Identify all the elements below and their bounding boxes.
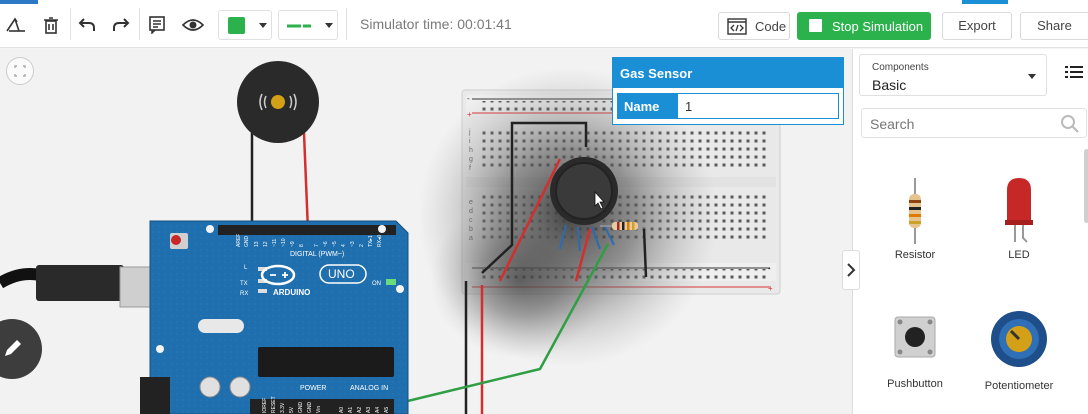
component-label: LED	[1008, 249, 1030, 261]
trash-icon[interactable]	[38, 12, 64, 38]
stop-simulation-button[interactable]: Stop Simulation	[797, 12, 931, 40]
component-search[interactable]: Search	[861, 108, 1087, 138]
resistor-icon	[909, 178, 921, 244]
chevron-down-icon	[1028, 74, 1036, 79]
power-pin-label: 3.3V	[280, 402, 286, 413]
components-dropdown-value: Basic	[872, 77, 907, 93]
digital-pin-label: TX▸1	[368, 235, 374, 247]
simulator-time: Simulator time: 00:01:41	[360, 16, 512, 32]
rail-plus-bottom: +	[768, 284, 773, 293]
name-label: Name	[617, 93, 677, 119]
uno-label: UNO	[328, 267, 355, 281]
toolbar: Simulator time: 00:01:41 Code Stop Simul…	[0, 0, 1088, 48]
component-resistor[interactable]: Resistor	[865, 176, 965, 261]
list-view-icon[interactable]	[1065, 65, 1083, 84]
digital-pin-label: ~6	[323, 241, 329, 247]
top-strip	[0, 0, 1088, 5]
digital-pin-label: 8	[299, 244, 305, 247]
properties-panel: Gas Sensor Name 1	[612, 57, 844, 125]
component-label: Potentiometer	[984, 380, 1054, 392]
digital-label: DIGITAL (PWM~)	[290, 251, 344, 258]
analog-pin-label: A2	[357, 407, 363, 413]
power-pin-label: IOREF	[262, 398, 268, 413]
sidebar-toggle[interactable]	[842, 250, 860, 290]
rotate-icon[interactable]	[3, 12, 29, 38]
chevron-right-icon	[847, 263, 856, 277]
code-icon	[727, 18, 747, 35]
aref-label: AREF	[236, 234, 242, 247]
digital-pin-label: 13	[254, 241, 260, 247]
piezo-buzzer[interactable]	[237, 61, 319, 143]
digital-pin-label: ~5	[332, 241, 338, 247]
top-strip-accent	[0, 0, 38, 4]
arduino-brand-text: ARDUINO	[273, 288, 310, 297]
gnd-label: GND	[244, 236, 250, 248]
component-label: Pushbutton	[887, 378, 943, 390]
color-swatch	[228, 17, 245, 34]
digital-pin-label: 7	[314, 244, 320, 247]
toolbar-separator	[139, 8, 140, 40]
power-label: POWER	[300, 385, 326, 392]
stop-simulation-label: Stop Simulation	[832, 19, 924, 34]
components-dropdown[interactable]: Components Basic	[859, 54, 1047, 96]
sidebar-scrollbar[interactable]	[1084, 149, 1088, 223]
power-pin-label: 5V	[289, 406, 295, 413]
component-pushbutton[interactable]: Pushbutton	[865, 311, 965, 390]
potentiometer-icon	[991, 311, 1047, 367]
color-picker[interactable]	[218, 10, 272, 40]
components-dropdown-label: Components	[872, 62, 929, 73]
digital-pin-label: ~10	[281, 238, 287, 247]
digital-pin-label: ~11	[272, 239, 278, 247]
led-label-rx: RX	[240, 291, 248, 297]
analog-pin-label: A1	[348, 407, 354, 413]
code-button-label: Code	[755, 19, 787, 34]
digital-pin-label: 2	[359, 244, 365, 247]
component-led[interactable]: LED	[969, 176, 1069, 261]
toolbar-separator	[346, 8, 347, 40]
undo-icon[interactable]	[74, 12, 100, 38]
digital-pin-label: RX◂0	[377, 235, 383, 247]
chevron-down-icon	[259, 23, 267, 28]
analog-pin-label: A4	[375, 407, 381, 413]
search-input[interactable]: Search	[870, 116, 914, 132]
led-label-tx: TX	[240, 281, 248, 287]
toolbar-separator	[70, 8, 71, 40]
wire-style-picker[interactable]	[278, 10, 338, 40]
eye-icon[interactable]	[180, 12, 206, 38]
pencil-icon	[5, 340, 21, 356]
power-pin-label: GND	[307, 402, 313, 414]
power-pin-label: RESET	[271, 396, 277, 413]
chevron-down-icon	[325, 23, 333, 28]
components-sidebar: Components Basic Search Resistor LED Pus…	[852, 49, 1088, 414]
redo-icon[interactable]	[108, 12, 134, 38]
digital-pin-label: ~3	[350, 241, 356, 247]
digital-pin-label: 4	[341, 244, 347, 247]
power-pin-label: Vin	[316, 406, 322, 413]
notes-icon[interactable]	[144, 12, 170, 38]
on-label: ON	[372, 281, 381, 287]
rail-minus-top: -	[467, 94, 470, 103]
led-icon	[1005, 178, 1033, 243]
properties-title: Gas Sensor	[613, 58, 843, 88]
analog-label: ANALOG IN	[350, 385, 388, 392]
power-pin-label: GND	[298, 402, 304, 414]
component-label: Resistor	[894, 249, 936, 261]
pushbutton-icon	[894, 316, 936, 358]
wire-style-icon	[287, 24, 311, 28]
search-icon	[1061, 115, 1079, 133]
stop-icon	[809, 19, 822, 32]
digital-pin-label: ~9	[290, 241, 296, 247]
code-button[interactable]: Code	[718, 12, 790, 40]
top-strip-tab-indicator	[962, 0, 1008, 4]
name-input[interactable]: 1	[677, 93, 839, 119]
share-button[interactable]: Share	[1020, 12, 1088, 40]
component-potentiometer[interactable]: Potentiometer	[969, 307, 1069, 392]
digital-pin-label: 12	[263, 241, 269, 247]
analog-pin-label: A5	[384, 407, 390, 413]
rail-minus-bottom: -	[768, 264, 771, 273]
analog-pin-label: A3	[366, 407, 372, 413]
analog-pin-label: A0	[339, 407, 345, 413]
export-button[interactable]: Export	[942, 12, 1012, 40]
